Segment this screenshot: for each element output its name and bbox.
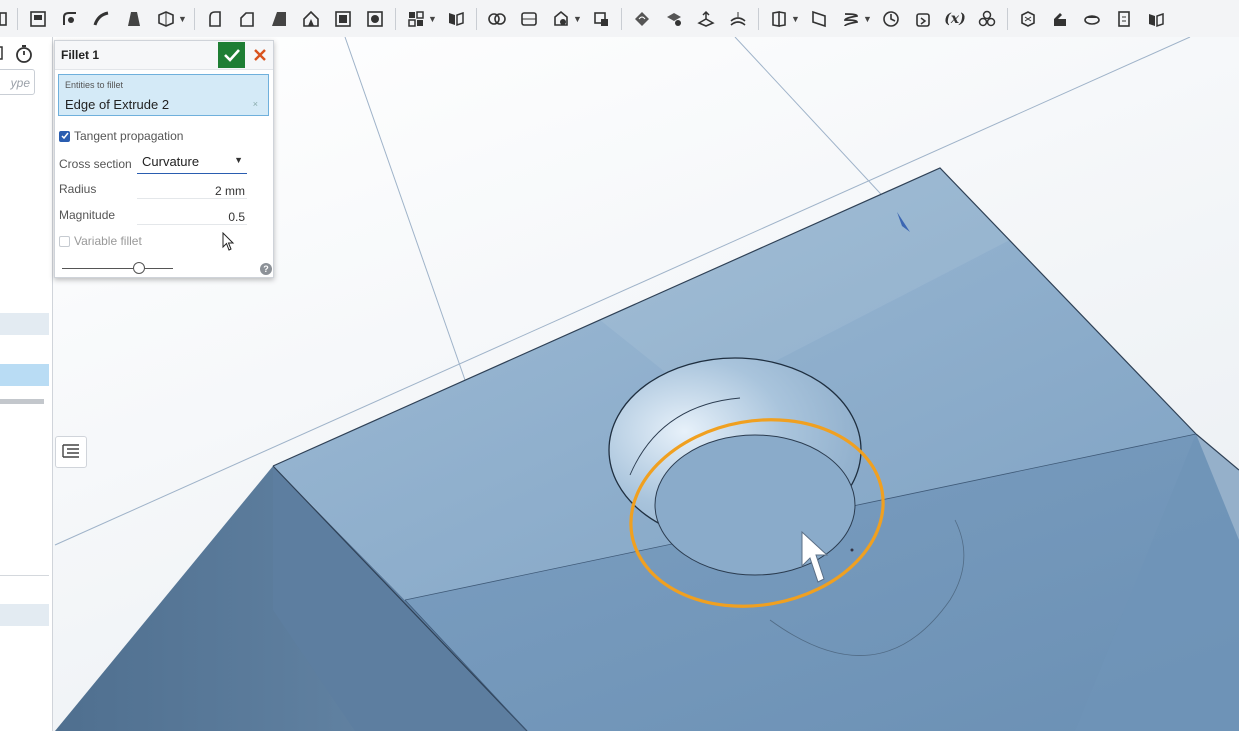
- remove-entity-icon[interactable]: ×: [253, 99, 258, 109]
- cross-section-label: Cross section: [59, 157, 132, 171]
- entities-label: Entities to fillet: [65, 80, 124, 90]
- boolean-icon[interactable]: [484, 6, 510, 32]
- accept-button[interactable]: [218, 42, 245, 68]
- variable-fillet-checkbox[interactable]: [59, 235, 70, 247]
- list-item-selected[interactable]: [0, 364, 49, 386]
- chevron-down-icon[interactable]: ▼: [178, 14, 188, 24]
- render-icon[interactable]: [1143, 6, 1169, 32]
- chevron-down-icon: ▼: [234, 155, 243, 165]
- tangent-propagation-label: Tangent propagation: [74, 129, 184, 143]
- toolbar-separator: [17, 7, 18, 30]
- help-icon[interactable]: ?: [260, 263, 272, 275]
- divider: [0, 575, 49, 576]
- rollback-icon[interactable]: [1111, 6, 1137, 32]
- cross-section-row: Cross section: [59, 157, 132, 171]
- feature-list-panel: ype: [0, 37, 53, 731]
- offset-surface-icon[interactable]: [725, 6, 751, 32]
- list-icon: [62, 444, 79, 458]
- panel-icon[interactable]: [0, 44, 6, 67]
- tangent-propagation-checkbox[interactable]: [59, 130, 70, 142]
- feature-toolbar: ▼ ▼ ▼ ▼ ▼ (x): [0, 0, 1239, 38]
- toolbar-separator: [194, 7, 195, 30]
- mirror-icon[interactable]: [443, 6, 469, 32]
- chevron-down-icon[interactable]: ▼: [863, 14, 873, 24]
- appearance-icon[interactable]: [1079, 6, 1105, 32]
- loft-icon[interactable]: [121, 6, 147, 32]
- check-icon: [60, 132, 69, 140]
- entities-value: Edge of Extrude 2: [65, 97, 170, 112]
- chamfer-icon[interactable]: [234, 6, 260, 32]
- insert-icon[interactable]: [910, 6, 936, 32]
- modify-fillet-icon[interactable]: [629, 6, 655, 32]
- partial-tool-icon[interactable]: [0, 6, 10, 32]
- shell-icon[interactable]: [330, 6, 356, 32]
- stopwatch-icon[interactable]: [14, 44, 34, 69]
- toolbar-separator: [395, 7, 396, 30]
- feature-search-input[interactable]: ype: [0, 69, 35, 95]
- toolbar-separator: [1007, 7, 1008, 30]
- revolve-icon[interactable]: [202, 6, 228, 32]
- list-item[interactable]: [0, 604, 49, 626]
- scroll-indicator[interactable]: [0, 399, 44, 404]
- magnitude-input[interactable]: 0.5: [137, 210, 247, 225]
- transform-icon[interactable]: [548, 6, 574, 32]
- thicken-icon[interactable]: [153, 6, 179, 32]
- fillet-icon[interactable]: [57, 6, 83, 32]
- chevron-down-icon[interactable]: ▼: [791, 14, 801, 24]
- radius-row: Radius: [59, 182, 96, 196]
- magnitude-row: Magnitude: [59, 208, 115, 222]
- dialog-header: Fillet 1: [55, 41, 273, 70]
- variable-fillet-label: Variable fillet: [74, 234, 142, 248]
- variable-icon[interactable]: (x): [942, 6, 968, 32]
- magnitude-label: Magnitude: [59, 208, 116, 222]
- radius-value: 2 mm: [215, 184, 245, 198]
- magnitude-value: 0.5: [228, 210, 245, 224]
- fillet-dialog: Fillet 1 Entities to fillet Edge of Extr…: [54, 40, 274, 278]
- delete-part-icon[interactable]: [588, 6, 614, 32]
- pointer-cursor-icon: [222, 232, 235, 251]
- sweep-icon[interactable]: [89, 6, 115, 32]
- entities-selection-field[interactable]: Entities to fillet Edge of Extrude 2 ×: [58, 74, 269, 116]
- checkmark-icon: [223, 49, 240, 62]
- close-icon: [254, 49, 266, 61]
- rib-icon[interactable]: [298, 6, 324, 32]
- chevron-down-icon[interactable]: ▼: [573, 14, 583, 24]
- pattern-icon[interactable]: [403, 6, 429, 32]
- magnitude-slider-thumb[interactable]: [133, 262, 145, 274]
- sketch-icon[interactable]: [25, 6, 51, 32]
- feature-list-toggle-button[interactable]: [55, 436, 87, 468]
- mate-connector-icon[interactable]: [806, 6, 832, 32]
- draft-icon[interactable]: [266, 6, 292, 32]
- magnitude-slider-track[interactable]: [62, 268, 173, 269]
- hole-icon[interactable]: [362, 6, 388, 32]
- radius-input[interactable]: 2 mm: [137, 184, 247, 199]
- replace-face-icon[interactable]: [693, 6, 719, 32]
- chevron-down-icon[interactable]: ▼: [428, 14, 438, 24]
- helix-icon[interactable]: [838, 6, 864, 32]
- cross-section-select[interactable]: Curvature ▼: [137, 151, 247, 174]
- radius-label: Radius: [59, 182, 97, 196]
- toolbar-separator: [758, 7, 759, 30]
- toolbar-separator: [476, 7, 477, 30]
- list-item[interactable]: [0, 313, 49, 335]
- toolbar-separator: [621, 7, 622, 30]
- assembly-icon[interactable]: [974, 6, 1000, 32]
- cross-section-value: Curvature: [142, 154, 200, 169]
- move-face-icon[interactable]: [661, 6, 687, 32]
- measure-icon[interactable]: [1047, 6, 1073, 32]
- history-icon[interactable]: [878, 6, 904, 32]
- tangent-propagation-row[interactable]: Tangent propagation: [59, 129, 183, 143]
- section-view-icon[interactable]: [1015, 6, 1041, 32]
- dialog-title: Fillet 1: [61, 48, 100, 62]
- variable-fillet-row[interactable]: Variable fillet: [59, 234, 142, 248]
- center-point: [850, 548, 854, 552]
- split-icon[interactable]: [516, 6, 542, 32]
- cancel-button[interactable]: [250, 44, 270, 66]
- plane-icon[interactable]: [766, 6, 792, 32]
